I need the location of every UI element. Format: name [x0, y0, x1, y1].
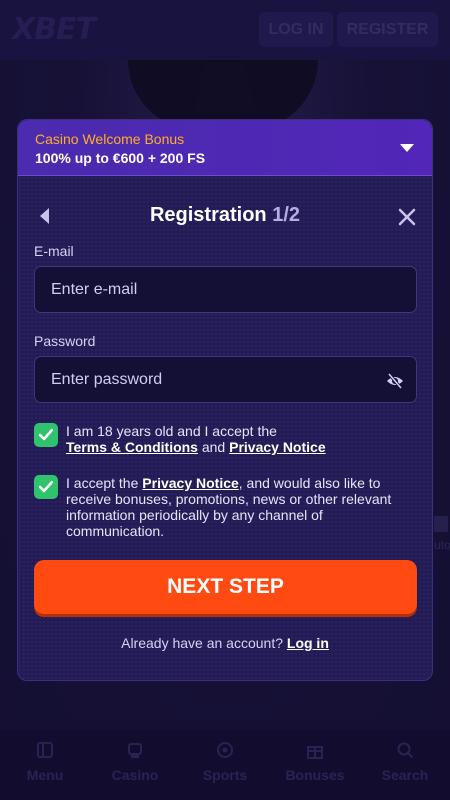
privacy-notice-link[interactable]: Privacy Notice	[229, 439, 326, 455]
age-terms-text-1: I am 18 years old and I accept the	[66, 423, 277, 439]
marketing-consent-text: I accept the Privacy Notice, and would a…	[66, 475, 416, 539]
registration-step: 1/2	[272, 204, 301, 226]
next-step-button[interactable]: NEXT STEP	[34, 560, 417, 614]
registration-title-text: Registration	[149, 204, 267, 226]
checkmark-icon	[39, 481, 53, 493]
have-account-row: Already have an account? Log in	[18, 635, 432, 651]
email-label: E-mail	[34, 243, 74, 259]
bonus-title: Casino Welcome Bonus	[35, 131, 185, 147]
age-terms-text: I am 18 years old and I accept the Terms…	[66, 423, 416, 455]
have-account-text: Already have an account?	[121, 635, 283, 651]
registration-title: Registration 1/2	[18, 204, 432, 227]
marketing-consent-checkbox[interactable]	[34, 475, 58, 499]
terms-link[interactable]: Terms & Conditions	[66, 439, 198, 455]
checkmark-icon	[39, 429, 53, 441]
privacy-notice-link-2[interactable]: Privacy Notice	[142, 475, 239, 491]
login-link[interactable]: Log in	[287, 635, 329, 651]
age-terms-and: and	[201, 439, 226, 455]
close-icon[interactable]	[398, 208, 416, 226]
registration-header: Registration 1/2	[18, 200, 432, 232]
email-field[interactable]	[34, 266, 417, 313]
eye-off-icon[interactable]	[385, 371, 405, 391]
age-terms-checkbox[interactable]	[34, 423, 58, 447]
registration-modal: Casino Welcome Bonus 100% up to €600 + 2…	[17, 119, 433, 681]
chevron-down-icon	[400, 144, 414, 152]
bonus-subtitle: 100% up to €600 + 200 FS	[35, 150, 206, 166]
password-field[interactable]	[34, 356, 417, 403]
bonus-selector[interactable]: Casino Welcome Bonus 100% up to €600 + 2…	[18, 120, 432, 176]
password-label: Password	[34, 333, 96, 349]
marketing-text-1: I accept the	[66, 475, 139, 491]
